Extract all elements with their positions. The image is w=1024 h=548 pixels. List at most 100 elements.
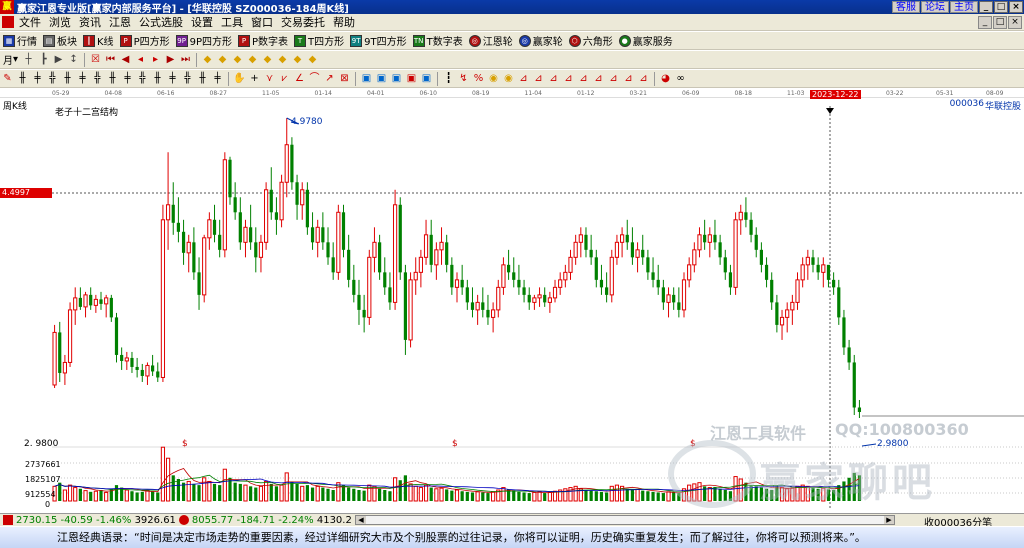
9t-square-button[interactable]: 9T 9T四方形	[350, 33, 407, 48]
first-icon[interactable]: ⏮	[104, 53, 117, 66]
p-numtable-button[interactable]: P P数字表	[238, 33, 288, 48]
bars4-icon[interactable]: ╫	[61, 72, 74, 85]
rule1-icon[interactable]: ┇	[442, 72, 455, 85]
maximize-button[interactable]: □	[994, 1, 1008, 13]
hexagon-button[interactable]: ⬡ 六角形	[568, 33, 613, 48]
box-tool-icon[interactable]: ⊠	[338, 72, 351, 85]
mdi-close-button[interactable]: ×	[1008, 15, 1022, 29]
forum-link[interactable]: 论坛	[921, 1, 949, 13]
mdi-minimize-button[interactable]: _	[978, 15, 992, 29]
bars9-icon[interactable]: ╬	[136, 72, 149, 85]
dividend-marker-icon[interactable]: $	[182, 439, 188, 449]
prev-icon[interactable]: ◂	[134, 53, 147, 66]
crosshair-icon[interactable]: +	[248, 72, 261, 85]
bars7-icon[interactable]: ╫	[106, 72, 119, 85]
tri8-icon[interactable]: ⊿	[622, 72, 635, 85]
percent-icon[interactable]: %	[472, 72, 485, 85]
bars8-icon[interactable]: ╪	[121, 72, 134, 85]
tri9-icon[interactable]: ⊿	[637, 72, 650, 85]
tri6-icon[interactable]: ⊿	[592, 72, 605, 85]
kline-chart[interactable]: $ $ $ 江恩工具软件 QQ:100800360 赢家聊吧 周K线 老子十二宫结构…	[0, 98, 1024, 509]
menu-formula-screen[interactable]: 公式选股	[137, 14, 189, 30]
menu-settings[interactable]: 设置	[189, 14, 219, 30]
tri2-icon[interactable]: ⊿	[532, 72, 545, 85]
save3-icon[interactable]: ▣	[390, 72, 403, 85]
arc-tool-icon[interactable]: ⌒	[308, 72, 321, 85]
last-icon[interactable]: ⏭	[179, 53, 192, 66]
winner-wheel-button[interactable]: ◎ 赢家轮	[518, 33, 563, 48]
hand-icon[interactable]: ✋	[233, 72, 246, 85]
bars12-icon[interactable]: ╬	[181, 72, 194, 85]
p-square-button[interactable]: P P四方形	[119, 33, 170, 48]
bars3-icon[interactable]: ╬	[46, 72, 59, 85]
save5-icon[interactable]: ▣	[420, 72, 433, 85]
diamond1-icon[interactable]: ◆	[201, 53, 214, 66]
bars6-icon[interactable]: ╬	[91, 72, 104, 85]
pen-icon[interactable]: ✎	[1, 72, 14, 85]
circle2-icon[interactable]: ◉	[502, 72, 515, 85]
diamond3-icon[interactable]: ◆	[231, 53, 244, 66]
tri1-icon[interactable]: ⊿	[517, 72, 530, 85]
kline-button[interactable]: ┃ K线	[83, 33, 114, 48]
menu-window[interactable]: 窗口	[249, 14, 279, 30]
menu-gann[interactable]: 江恩	[107, 14, 137, 30]
t-square-button[interactable]: T T四方形	[294, 33, 344, 48]
chart-canvas[interactable]: $ $ $	[0, 98, 1024, 509]
diamond4-icon[interactable]: ◆	[246, 53, 259, 66]
ray-tool-icon[interactable]: ↗	[323, 72, 336, 85]
tri4-icon[interactable]: ⊿	[562, 72, 575, 85]
service-button[interactable]: ● 赢家服务	[618, 33, 673, 48]
diamond7-icon[interactable]: ◆	[291, 53, 304, 66]
menu-tools[interactable]: 工具	[219, 14, 249, 30]
t-numtable-button[interactable]: TN T数字表	[412, 33, 463, 48]
circle1-icon[interactable]: ◉	[487, 72, 500, 85]
close-button[interactable]: ×	[1009, 1, 1023, 13]
fan-tool-icon[interactable]: ⩗	[278, 72, 291, 85]
tri5-icon[interactable]: ⊿	[577, 72, 590, 85]
service-link[interactable]: 客服	[892, 1, 920, 13]
bars2-icon[interactable]: ╪	[31, 72, 44, 85]
period-icon[interactable]: ↕	[67, 53, 80, 66]
bars10-icon[interactable]: ╫	[151, 72, 164, 85]
infinity-icon[interactable]: ∞	[674, 72, 687, 85]
period-dropdown[interactable]: 月 ▾	[3, 52, 18, 67]
pie-icon[interactable]: ◕	[659, 72, 672, 85]
homepage-link[interactable]: 主页	[950, 1, 978, 13]
menu-file[interactable]: 文件	[17, 14, 47, 30]
diamond2-icon[interactable]: ◆	[216, 53, 229, 66]
mdi-restore-button[interactable]: □	[993, 15, 1007, 29]
menu-browse[interactable]: 浏览	[47, 14, 77, 30]
angle-tool-icon[interactable]: ∠	[293, 72, 306, 85]
next-icon[interactable]: ▸	[149, 53, 162, 66]
bars13-icon[interactable]: ╫	[196, 72, 209, 85]
save2-icon[interactable]: ▣	[375, 72, 388, 85]
scroll-left-icon[interactable]: ◀	[356, 516, 366, 524]
rule2-icon[interactable]: ↯	[457, 72, 470, 85]
bar-type-icon[interactable]: ┣	[37, 53, 50, 66]
save1-icon[interactable]: ▣	[360, 72, 373, 85]
diamond6-icon[interactable]: ◆	[276, 53, 289, 66]
menu-help[interactable]: 帮助	[331, 14, 361, 30]
menu-news[interactable]: 资讯	[77, 14, 107, 30]
save4-icon[interactable]: ▣	[405, 72, 418, 85]
bars1-icon[interactable]: ╫	[16, 72, 29, 85]
zoom-icon[interactable]: ☒	[89, 53, 102, 66]
tri7-icon[interactable]: ⊿	[607, 72, 620, 85]
bars14-icon[interactable]: ╪	[211, 72, 224, 85]
play-type-icon[interactable]: ▶	[52, 53, 65, 66]
line-tool-icon[interactable]: ⋎	[263, 72, 276, 85]
gann-wheel-button[interactable]: ◎ 江恩轮	[468, 33, 513, 48]
sector-button[interactable]: ▤ 板块	[43, 33, 77, 48]
quote-button[interactable]: ▦ 行情	[3, 33, 37, 48]
minimize-button[interactable]: _	[979, 1, 993, 13]
bars5-icon[interactable]: ╪	[76, 72, 89, 85]
9p-square-button[interactable]: 9P 9P四方形	[175, 33, 232, 48]
chart-scrollbar[interactable]: ◀ ▶	[355, 515, 895, 525]
tick-data-link[interactable]: 收000036分笔	[924, 514, 992, 526]
diamond8-icon[interactable]: ◆	[306, 53, 319, 66]
prev-page-icon[interactable]: ◀	[119, 53, 132, 66]
tri3-icon[interactable]: ⊿	[547, 72, 560, 85]
bars11-icon[interactable]: ╪	[166, 72, 179, 85]
diamond5-icon[interactable]: ◆	[261, 53, 274, 66]
next-page-icon[interactable]: ▶	[164, 53, 177, 66]
